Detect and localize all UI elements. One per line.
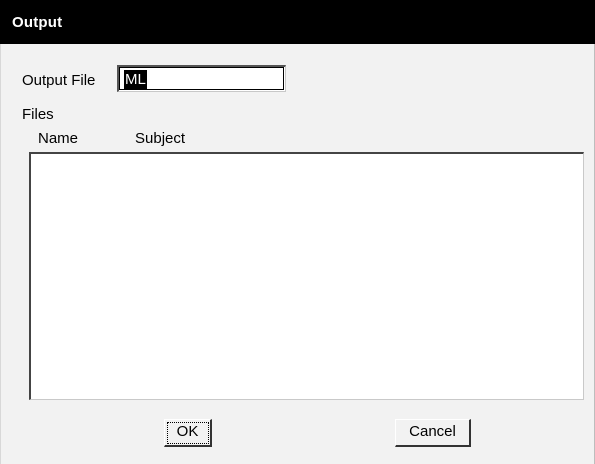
column-header-name: Name	[38, 130, 79, 147]
dialog-left-edge	[0, 44, 1, 464]
title-bar: Output	[0, 0, 595, 44]
ok-button[interactable]: OK	[164, 419, 212, 447]
output-file-input[interactable]: ML	[117, 65, 286, 92]
output-file-value: ML	[124, 70, 147, 89]
cancel-button[interactable]: Cancel	[395, 419, 471, 447]
files-label: Files	[22, 106, 54, 123]
window-title: Output	[12, 14, 63, 31]
output-dialog: Output Output File ML Files Name Subject…	[0, 0, 595, 464]
files-list[interactable]	[29, 152, 584, 400]
column-header-subject: Subject	[135, 130, 186, 147]
output-file-label: Output File	[22, 72, 96, 89]
